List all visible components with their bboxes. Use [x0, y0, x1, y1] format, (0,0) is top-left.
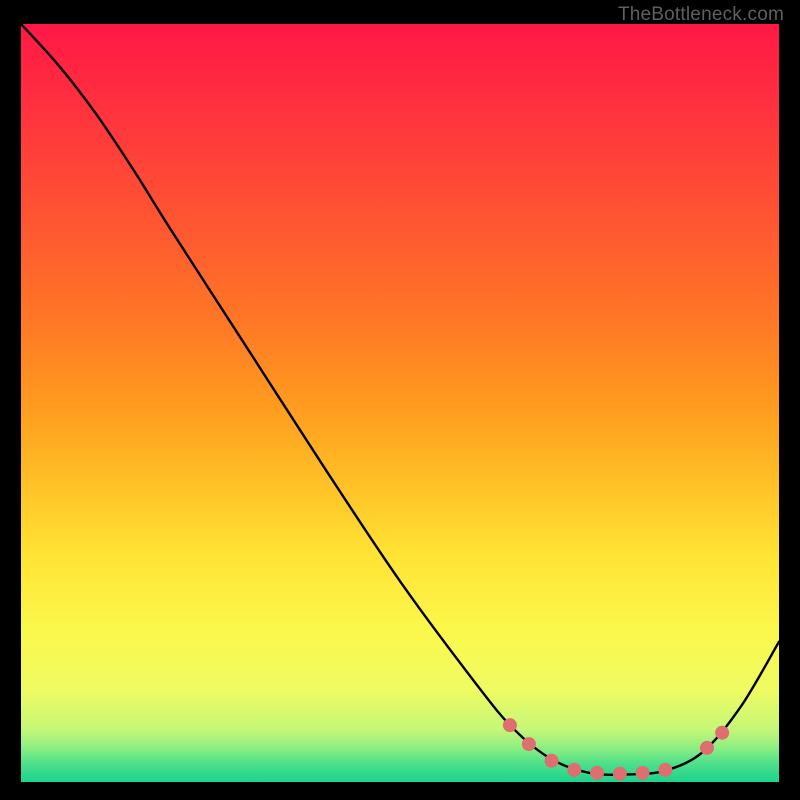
chart-marker: [700, 741, 714, 755]
chart-background: [21, 24, 779, 782]
chart-marker: [590, 766, 604, 780]
watermark-text: TheBottleneck.com: [618, 4, 784, 26]
chart-marker: [636, 766, 650, 780]
chart-svg: [21, 24, 779, 782]
chart-marker: [658, 763, 672, 777]
chart-marker: [715, 726, 729, 740]
chart-plot: [21, 24, 779, 782]
stage: TheBottleneck.com: [0, 0, 800, 800]
chart-marker: [522, 737, 536, 751]
chart-marker: [613, 767, 627, 781]
chart-marker: [503, 718, 517, 732]
chart-marker: [567, 763, 581, 777]
chart-marker: [545, 754, 559, 768]
